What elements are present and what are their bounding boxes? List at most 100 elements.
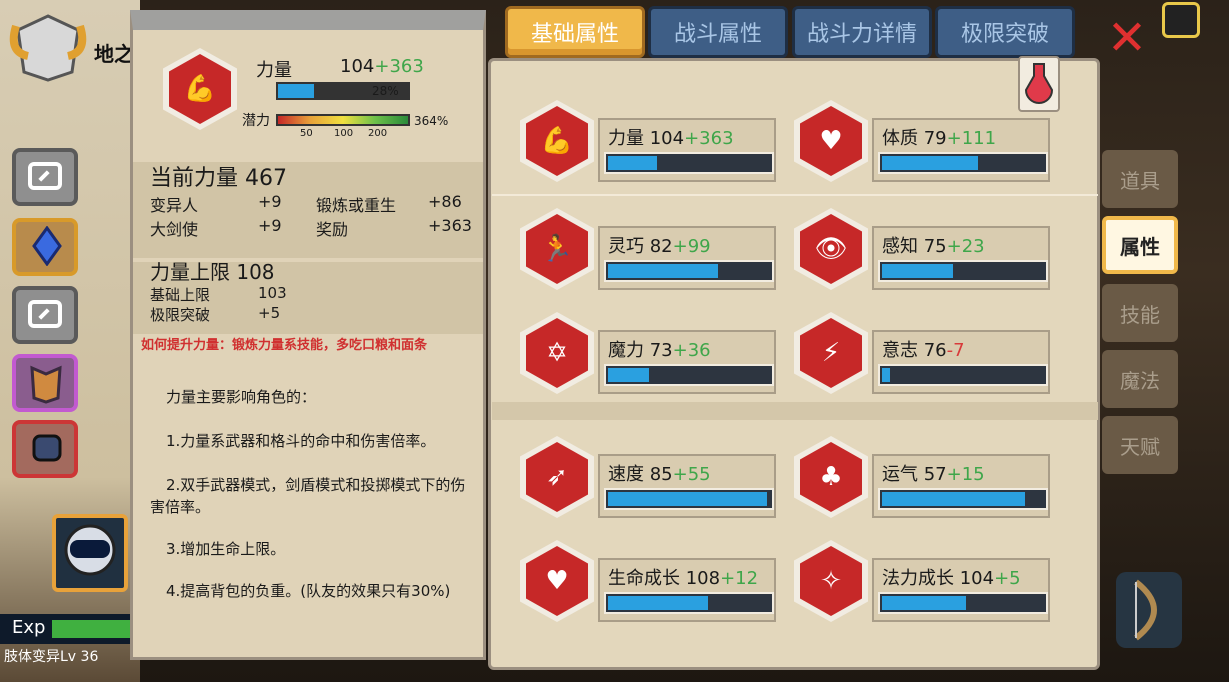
character-avatar[interactable] [52, 514, 128, 592]
avatar-helmet-icon [64, 524, 116, 576]
detail-current-label: 当前力量 467 [150, 166, 287, 191]
stat-bar [604, 152, 774, 174]
stat-bar-fill [608, 156, 657, 170]
stat-name: 意志 [882, 340, 924, 361]
side-tab-attributes[interactable]: 属性 [1102, 216, 1178, 274]
cap-item-value-1: 103 [258, 284, 287, 302]
stat-name: 法力成长 [882, 568, 960, 589]
stat-bar-fill [882, 156, 978, 170]
stat-box[interactable]: 运气 57+15 [872, 454, 1050, 518]
game-screen: 地之 Exp 肢体变异Lv 36 💪 力量 104+363 28% 潜力 50 … [0, 0, 1229, 682]
stat-label: 运气 57+15 [882, 460, 985, 486]
map-icon[interactable] [1162, 2, 1200, 38]
stat-bar-fill [882, 492, 1025, 506]
stat-label: 灵巧 82+99 [608, 232, 711, 258]
source-value-2: +86 [428, 192, 462, 211]
tab-combat-power[interactable]: 战斗力详情 [792, 6, 932, 58]
stat-label: 魔力 73+36 [608, 336, 711, 362]
amulet-icon [32, 226, 62, 266]
detail-stat-value: 104+363 [340, 56, 424, 77]
equipment-slot-locked-2[interactable] [12, 286, 78, 344]
stat-box[interactable]: 感知 75+23 [872, 226, 1050, 290]
bow-icon[interactable] [1116, 572, 1182, 648]
stat-label: 法力成长 104+5 [882, 564, 1021, 590]
detail-desc-2: 2.双手武器模式，剑盾模式和投掷模式下的伤害倍率。 [150, 476, 466, 516]
stat-bar [878, 364, 1048, 386]
stat-label: 感知 75+23 [882, 232, 985, 258]
stat-box[interactable]: 魔力 73+36 [598, 330, 776, 394]
stat-bonus-value: +36 [672, 340, 711, 361]
source-name-3: 大剑使 [150, 220, 199, 239]
stat-base-value: 57 [923, 464, 947, 485]
bag-icon [32, 434, 62, 462]
side-tab-talents[interactable]: 天赋 [1102, 416, 1178, 474]
stat-bar [878, 152, 1048, 174]
row-divider [492, 194, 1098, 196]
stat-bonus-value: +363 [684, 128, 734, 149]
potential-tick-2: 100 [334, 128, 354, 139]
stat-base-value: 82 [649, 236, 673, 257]
stat-bar [878, 592, 1048, 614]
potential-tick-3: 200 [368, 128, 388, 139]
stat-box[interactable]: 灵巧 82+99 [598, 226, 776, 290]
stat-bonus-value: +15 [946, 464, 985, 485]
stat-label: 生命成长 108+12 [608, 564, 758, 590]
equipment-slot-locked[interactable] [12, 148, 78, 206]
section-divider [492, 402, 1098, 420]
stat-bonus-value: +111 [946, 128, 997, 149]
stat-label: 速度 85+55 [608, 460, 711, 486]
stat-name: 生命成长 [608, 568, 686, 589]
stat-base-value: 104 [649, 128, 685, 149]
armor-icon [30, 365, 62, 404]
cap-item-value-2: +5 [258, 304, 281, 322]
tab-combat-attributes[interactable]: 战斗属性 [648, 6, 788, 58]
stat-bonus-value: +12 [720, 568, 759, 589]
cap-item-name-1: 基础上限 [150, 286, 211, 304]
equipment-slot-amulet[interactable] [12, 218, 78, 276]
stat-bar-fill [608, 368, 649, 382]
stat-bar-fill [608, 264, 718, 278]
stat-label: 体质 79+111 [882, 124, 996, 150]
stat-box[interactable]: 力量 104+363 [598, 118, 776, 182]
detail-potential-value: 364% [414, 114, 449, 128]
side-tab-magic[interactable]: 魔法 [1102, 350, 1178, 408]
source-value-1: +9 [258, 192, 282, 211]
equipment-slot-bag[interactable] [12, 420, 78, 478]
stat-box[interactable]: 意志 76-7 [872, 330, 1050, 394]
detail-stat-name: 力量 [256, 60, 292, 81]
stat-name: 灵巧 [608, 236, 650, 257]
stat-box[interactable]: 体质 79+111 [872, 118, 1050, 182]
stat-base-value: 104 [959, 568, 995, 589]
stat-box[interactable]: 法力成长 104+5 [872, 558, 1050, 622]
stat-name: 速度 [608, 464, 650, 485]
side-tab-items[interactable]: 道具 [1102, 150, 1178, 208]
detail-potential-bar [276, 114, 410, 126]
close-icon[interactable]: ✕ [1104, 14, 1150, 62]
equipment-slot-armor[interactable] [12, 354, 78, 412]
tab-limit-break[interactable]: 极限突破 [935, 6, 1075, 58]
source-name-4: 奖励 [316, 220, 349, 239]
cap-item-name-2: 极限突破 [150, 306, 211, 324]
stat-base-value: 85 [649, 464, 673, 485]
source-name-1: 变异人 [150, 196, 199, 215]
stat-bonus-value: +55 [672, 464, 711, 485]
guild-emblem-icon [8, 12, 88, 82]
stat-bonus-value: -7 [946, 340, 965, 361]
potion-icon[interactable] [1018, 56, 1060, 112]
stat-base-value: 108 [685, 568, 721, 589]
stat-bar [878, 260, 1048, 282]
source-value-4: +363 [428, 216, 472, 235]
stat-name: 体质 [882, 128, 924, 149]
stat-bar-fill [608, 596, 708, 610]
stat-box[interactable]: 速度 85+55 [598, 454, 776, 518]
stat-name: 魔力 [608, 340, 650, 361]
tab-basic-attributes[interactable]: 基础属性 [505, 6, 645, 58]
side-tab-skills[interactable]: 技能 [1102, 284, 1178, 342]
stat-box[interactable]: 生命成长 108+12 [598, 558, 776, 622]
detail-progress-fill [278, 84, 314, 98]
stat-bar-fill [882, 596, 966, 610]
stat-bonus-value: +99 [672, 236, 711, 257]
stat-base-value: 73 [649, 340, 673, 361]
detail-desc-3: 3.增加生命上限。 [166, 540, 286, 558]
stat-bar [604, 364, 774, 386]
